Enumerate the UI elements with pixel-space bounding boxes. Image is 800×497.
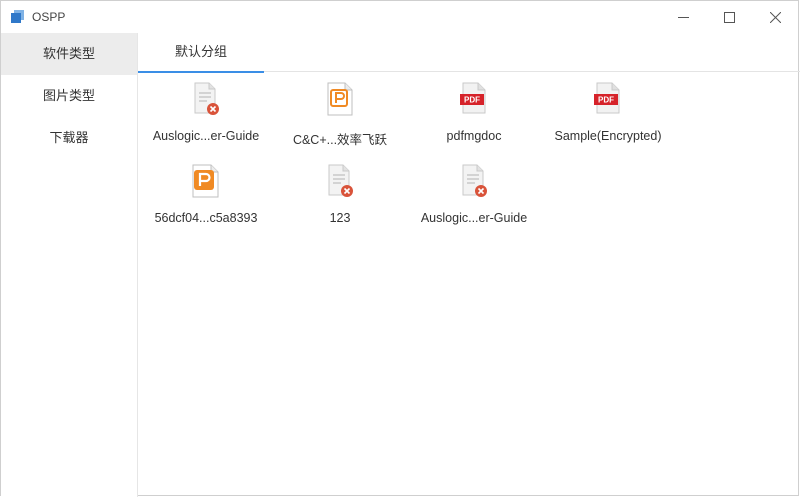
app-logo-icon (11, 10, 24, 23)
app-window: OSPP 软件类型 图片类型 下载器 默认分组 Auslogic...er-Gu… (0, 0, 800, 497)
file-name: pdfmgdoc (446, 129, 502, 143)
close-icon (769, 11, 781, 23)
file-item[interactable]: 56dcf04...c5a8393 (139, 163, 273, 233)
file-item[interactable]: PDF Sample(Encrypted) (541, 81, 675, 151)
file-item[interactable]: PDF pdfmgdoc (407, 81, 541, 151)
minimize-button[interactable] (660, 1, 706, 33)
file-name: 123 (329, 211, 351, 225)
sidebar-item-software[interactable]: 软件类型 (1, 33, 137, 75)
title-bar[interactable]: OSPP (1, 1, 798, 33)
file-item[interactable]: 123 (273, 163, 407, 233)
file-name: 56dcf04...c5a8393 (154, 211, 258, 225)
minimize-icon (677, 16, 689, 18)
file-name: Sample(Encrypted) (554, 129, 662, 143)
svg-text:PDF: PDF (464, 96, 480, 105)
maximize-icon (723, 11, 735, 23)
file-item[interactable]: C&C+...效率飞跃 (273, 81, 407, 151)
group-tab-bar: 默认分组 (138, 33, 800, 73)
pdf-icon: PDF (594, 82, 620, 114)
file-name: C&C+...效率飞跃 (292, 133, 388, 147)
sidebar-item-downloader[interactable]: 下载器 (1, 117, 137, 159)
maximize-button[interactable] (706, 1, 752, 33)
file-name: Auslogic...er-Guide (420, 211, 528, 225)
window-title: OSPP (32, 10, 66, 24)
broken-file-icon (462, 164, 487, 197)
sidebar-item-images[interactable]: 图片类型 (1, 75, 137, 117)
pdf-icon: PDF (460, 82, 486, 114)
broken-file-icon (194, 82, 219, 115)
close-button[interactable] (752, 1, 798, 33)
file-name: Auslogic...er-Guide (152, 129, 260, 143)
file-item[interactable]: Auslogic...er-Guide (139, 81, 273, 151)
wps-presentation-icon (192, 164, 219, 198)
category-sidebar: 软件类型 图片类型 下载器 (1, 33, 138, 497)
wps-presentation-outline-icon (327, 82, 353, 116)
tab-default-group[interactable]: 默认分组 (138, 33, 264, 73)
tab-label: 默认分组 (174, 44, 227, 59)
svg-text:PDF: PDF (598, 96, 614, 105)
broken-file-icon (328, 164, 353, 197)
active-tab-indicator (138, 71, 264, 73)
file-item[interactable]: Auslogic...er-Guide (407, 163, 541, 233)
